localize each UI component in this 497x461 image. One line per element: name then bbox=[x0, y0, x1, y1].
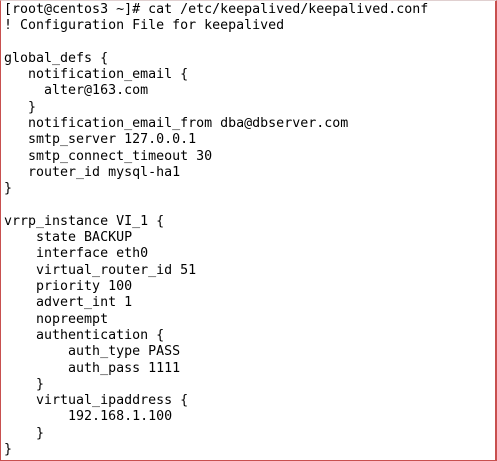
terminal-line: alter@163.com bbox=[4, 83, 149, 99]
terminal-line: state BACKUP bbox=[4, 230, 133, 246]
terminal-line: notification_email_from dba@dbserver.com bbox=[4, 116, 349, 132]
terminal-line: interface eth0 bbox=[4, 246, 149, 262]
terminal-line: smtp_connect_timeout 30 bbox=[4, 148, 213, 164]
terminal-line: authentication { bbox=[4, 327, 165, 343]
terminal-window[interactable]: [root@centos3 ~]# cat /etc/keepalived/ke… bbox=[0, 0, 497, 461]
terminal-line: } bbox=[4, 442, 13, 458]
terminal-line: priority 100 bbox=[4, 279, 133, 295]
terminal-line: 192.168.1.100 bbox=[4, 409, 173, 425]
terminal-line: ! Configuration File for keepalived bbox=[4, 18, 285, 34]
terminal-line: auth_type PASS bbox=[4, 344, 181, 360]
terminal-line: notification_email { bbox=[4, 67, 189, 83]
terminal-line: global_defs { bbox=[4, 50, 109, 66]
terminal-line: } bbox=[4, 425, 45, 441]
terminal-line: vrrp_instance VI_1 { bbox=[4, 213, 165, 229]
terminal-line-prompt: [root@centos3 ~]# cat /etc/keepalived/ke… bbox=[4, 2, 429, 17]
terminal-output: [root@centos3 ~]# cat /etc/keepalived/ke… bbox=[4, 2, 428, 458]
terminal-line: router_id mysql-ha1 bbox=[4, 164, 181, 180]
terminal-line: advert_int 1 bbox=[4, 295, 133, 311]
terminal-line: virtual_router_id 51 bbox=[4, 262, 197, 278]
terminal-line: } bbox=[4, 181, 13, 197]
terminal-line: } bbox=[4, 99, 37, 115]
terminal-line: auth_pass 1111 bbox=[4, 360, 181, 376]
terminal-line: nopreempt bbox=[4, 311, 109, 327]
terminal-line: virtual_ipaddress { bbox=[4, 393, 189, 409]
terminal-line: smtp_server 127.0.0.1 bbox=[4, 132, 197, 148]
terminal-line: } bbox=[4, 376, 45, 392]
window-edge bbox=[495, 1, 496, 460]
